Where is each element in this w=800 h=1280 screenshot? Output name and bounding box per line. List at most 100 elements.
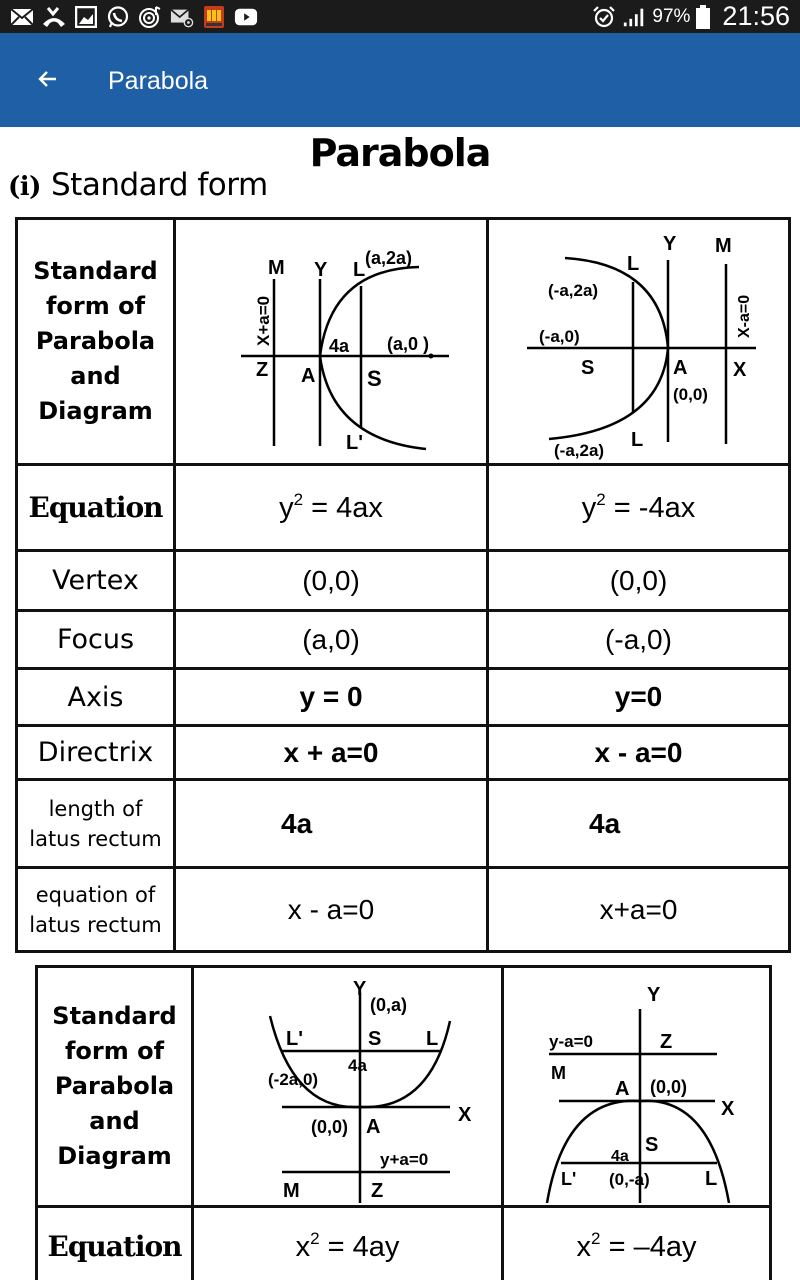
table-row: Equation x2 = 4ay x2 = –4ay (35, 1205, 772, 1280)
youtube-icon (234, 5, 258, 29)
label-S: S (581, 357, 594, 379)
cell-value: 4a (486, 778, 791, 869)
focus-point (428, 353, 434, 358)
app-bar-title: Parabola (108, 67, 209, 95)
eq-rest: = -4ax (605, 492, 696, 524)
section-heading: (i) Standard form (8, 167, 268, 203)
notification-icons (10, 4, 258, 30)
label-M: M (283, 1180, 300, 1202)
label-line: latus rectum (29, 826, 162, 851)
label-focus-coord: (a,0 ) (387, 334, 429, 354)
eq-base: y (279, 492, 294, 524)
label-X: X (458, 1104, 472, 1126)
row-label-diagram: Standard form of Parabola and Diagram (15, 217, 176, 466)
label-M: M (715, 235, 732, 257)
label-vertex: (0,0) (650, 1077, 687, 1097)
table-row: Equation y2 = 4ax y2 = -4ax (15, 463, 791, 552)
label-Y: Y (353, 978, 367, 1000)
parabola-down-diagram: Y y-a=0 Z M A (0,0) X S 4a L' (0,-a) L (545, 984, 735, 1203)
label-L-top: L (627, 253, 639, 275)
table-row-diagram: Standard form of Parabola and Diagram Y … (35, 965, 772, 1208)
label-Z: Z (256, 359, 268, 381)
section-number: (i) (8, 172, 41, 202)
label-S: S (368, 1028, 381, 1050)
label-vertex: (0,0) (311, 1117, 348, 1137)
eq-rest: = 4ax (303, 492, 383, 524)
cell-value: y2 = 4ax (173, 463, 489, 552)
parabola-left-diagram: Y M L (-a,2a) (-a,0) S A (0,0) X L (-a,2… (526, 233, 756, 460)
label-L-coord: (a,2a) (365, 248, 412, 268)
label-line: Diagram (57, 1142, 172, 1170)
eq-exponent: 2 (293, 490, 304, 509)
label-focus-coord: (-a,0) (539, 327, 580, 346)
row-label: Equation (35, 1205, 194, 1280)
table-row: equation of latus rectum x - a=0 x+a=0 (15, 866, 791, 953)
label-line: latus rectum (29, 912, 162, 937)
label-line: form of (64, 1037, 165, 1065)
document-view[interactable]: Parabola (i) Standard form Standard form … (0, 127, 800, 1280)
label-Z: Z (660, 1031, 672, 1053)
cell-value: 4a (173, 778, 489, 869)
eq-base: y (581, 492, 597, 524)
label-latus: 4a (329, 336, 350, 356)
system-status: 97% 21:56 (592, 0, 790, 33)
label-L: L (705, 1168, 717, 1190)
eq-exponent: 2 (596, 490, 606, 509)
table-row: Axis y = 0 y=0 (15, 667, 791, 727)
row-label: length of latus rectum (15, 778, 176, 869)
arrow-back-icon (38, 71, 56, 87)
label-A: A (673, 357, 687, 379)
label-vertex: (0,0) (673, 385, 708, 404)
label-line: Standard (52, 1002, 177, 1030)
cell-value: x - a=0 (173, 866, 489, 953)
label-L-prime: L' (561, 1169, 576, 1189)
cell-value: x2 = 4ay (191, 1205, 504, 1280)
row-label-diagram: Standard form of Parabola and Diagram (35, 965, 194, 1208)
news-app-icon (202, 5, 226, 29)
label-A: A (615, 1078, 629, 1100)
label-L: L (353, 259, 365, 281)
email-icon (10, 5, 34, 29)
label-line: Standard (33, 257, 158, 285)
table-row-diagram: Standard form of Parabola and Diagram M … (15, 217, 791, 466)
eq-rest: = 4ay (319, 1231, 400, 1263)
label-M: M (551, 1063, 566, 1083)
standard-form-table-vertical: Standard form of Parabola and Diagram Y … (35, 965, 772, 1280)
label-A: A (366, 1116, 380, 1138)
cell-value: x - a=0 (486, 724, 791, 781)
label-line: Parabola (54, 1072, 175, 1100)
cell-value: y=0 (486, 667, 791, 727)
label-focus-coord: (0,a) (370, 995, 407, 1015)
clock: 21:56 (722, 1, 790, 31)
parabola-right-diagram: M Y L (a,2a) 4a (a,0 ) Z A S L' X+a=0 (241, 248, 449, 454)
cell-value: (a,0) (173, 609, 489, 670)
table-row: Directrix x + a=0 x - a=0 (15, 724, 791, 781)
label-latus-coord: (-2a,0) (268, 1070, 318, 1089)
table-row: length of latus rectum 4a 4a (15, 778, 791, 869)
label-Y: Y (663, 233, 677, 255)
missed-call-icon (42, 5, 66, 29)
diagram-parabola-up: Y (0,a) L' S L (-2a,0) 4a X (0,0) A y+a=… (191, 965, 504, 1208)
cell-value: y2 = -4ax (486, 463, 791, 552)
label-latus: 4a (348, 1056, 367, 1075)
label-L: L (426, 1028, 438, 1050)
diagram-parabola-down: Y y-a=0 Z M A (0,0) X S 4a L' (0,-a) L (501, 965, 772, 1208)
eq-base: x (295, 1231, 311, 1263)
battery-icon (696, 4, 711, 29)
label-X: X (733, 359, 747, 381)
label-A: A (301, 365, 315, 387)
label-X: X (721, 1098, 735, 1120)
label-L-bottom: L (631, 429, 643, 451)
back-button[interactable] (30, 61, 66, 97)
standard-form-table-horizontal: Standard form of Parabola and Diagram M … (15, 217, 791, 953)
label-L-top-coord: (-a,2a) (548, 281, 598, 300)
eq-exponent: 2 (591, 1229, 601, 1248)
music-player-icon (138, 5, 162, 29)
cell-value: x+a=0 (486, 866, 791, 953)
parabola-up-diagram: Y (0,a) L' S L (-2a,0) 4a X (0,0) A y+a=… (268, 978, 472, 1203)
cell-value: (0,0) (486, 549, 791, 612)
parabola-curve (318, 265, 427, 450)
label-L-prime: L' (346, 432, 363, 454)
label-directrix: X+a=0 (254, 295, 273, 345)
label-Z: Z (371, 1180, 383, 1202)
